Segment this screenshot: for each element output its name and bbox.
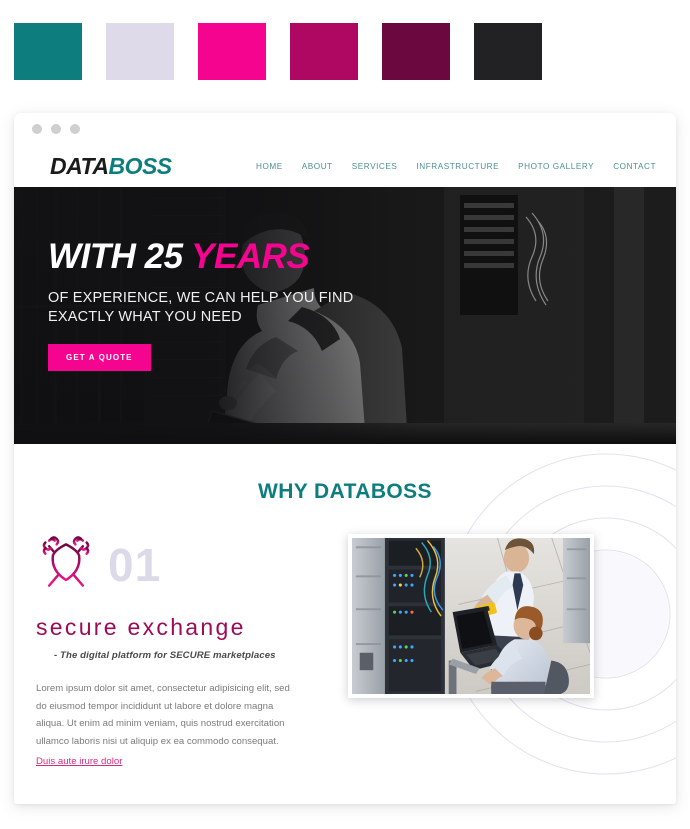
site-logo[interactable]: DATABOSS [50,153,172,180]
feature-image-column [348,534,594,769]
section-title: WHY DATABOSS [258,480,432,503]
hero-subtitle-line-2: EXACTLY WHAT YOU NEED [48,309,242,326]
browser-window: DATABOSS HOME ABOUT SERVICES INFRASTRUCT… [14,113,676,804]
site-header: DATABOSS HOME ABOUT SERVICES INFRASTRUCT… [14,145,676,187]
get-a-quote-button[interactable]: GET A QUOTE [48,344,151,372]
logo-text-data: DATA [50,152,109,179]
hero-content: WITH 25 YEARS OF EXPERIENCE, WE CAN HELP… [48,237,353,372]
nav-item-infrastructure[interactable]: INFRASTRUCTURE [416,162,499,171]
nav-item-about[interactable]: ABOUT [302,162,333,171]
main-navigation: HOME ABOUT SERVICES INFRASTRUCTURE PHOTO… [256,162,656,171]
hero-title-accent: YEARS [191,237,310,276]
hero-title: WITH 25 YEARS [48,237,353,276]
shield-with-crossed-swords-icon [42,536,90,587]
hero-subtitle: OF EXPERIENCE, WE CAN HELP YOU FIND EXAC… [48,289,353,328]
feature-photo-datacenter-technicians [352,538,590,694]
hero-title-plain: WITH 25 [48,237,192,276]
swatch-lavender [106,23,174,80]
color-palette [14,23,542,80]
feature-body-text: Lorem ipsum dolor sit amet, consectetur … [36,683,290,748]
feature-text-column: 01 secure exchange - The digital platfor… [36,534,332,769]
window-close-dot[interactable] [32,124,42,134]
browser-titlebar [14,113,676,145]
logo-text-boss: BOSS [108,152,172,179]
feature-icon-and-number: 01 [36,534,332,596]
nav-item-contact[interactable]: CONTACT [613,162,656,171]
swatch-bright-pink [198,23,266,80]
swatch-near-black [474,23,542,80]
page-root: DATABOSS HOME ABOUT SERVICES INFRASTRUCT… [0,0,690,829]
window-minimize-dot[interactable] [51,124,61,134]
feature-number: 01 [108,539,162,591]
feature-read-more-link[interactable]: Duis aute irure dolor [36,756,122,767]
nav-item-photo-gallery[interactable]: PHOTO GALLERY [518,162,594,171]
nav-item-home[interactable]: HOME [256,162,283,171]
feature-title: secure exchange [36,614,246,640]
nav-item-services[interactable]: SERVICES [352,162,398,171]
feature-photo-frame [348,534,594,698]
hero-banner: WITH 25 YEARS OF EXPERIENCE, WE CAN HELP… [14,187,676,444]
swatch-teal [14,23,82,80]
feature-tagline: - The digital platform for SECURE market… [54,650,276,661]
hero-subtitle-line-1: OF EXPERIENCE, WE CAN HELP YOU FIND [48,289,354,306]
swatch-magenta [290,23,358,80]
swatch-dark-plum [382,23,450,80]
feature-row: 01 secure exchange - The digital platfor… [14,534,676,769]
why-section: WHY DATABOSS 01 secure exchange - The di… [14,444,676,804]
window-maximize-dot[interactable] [70,124,80,134]
